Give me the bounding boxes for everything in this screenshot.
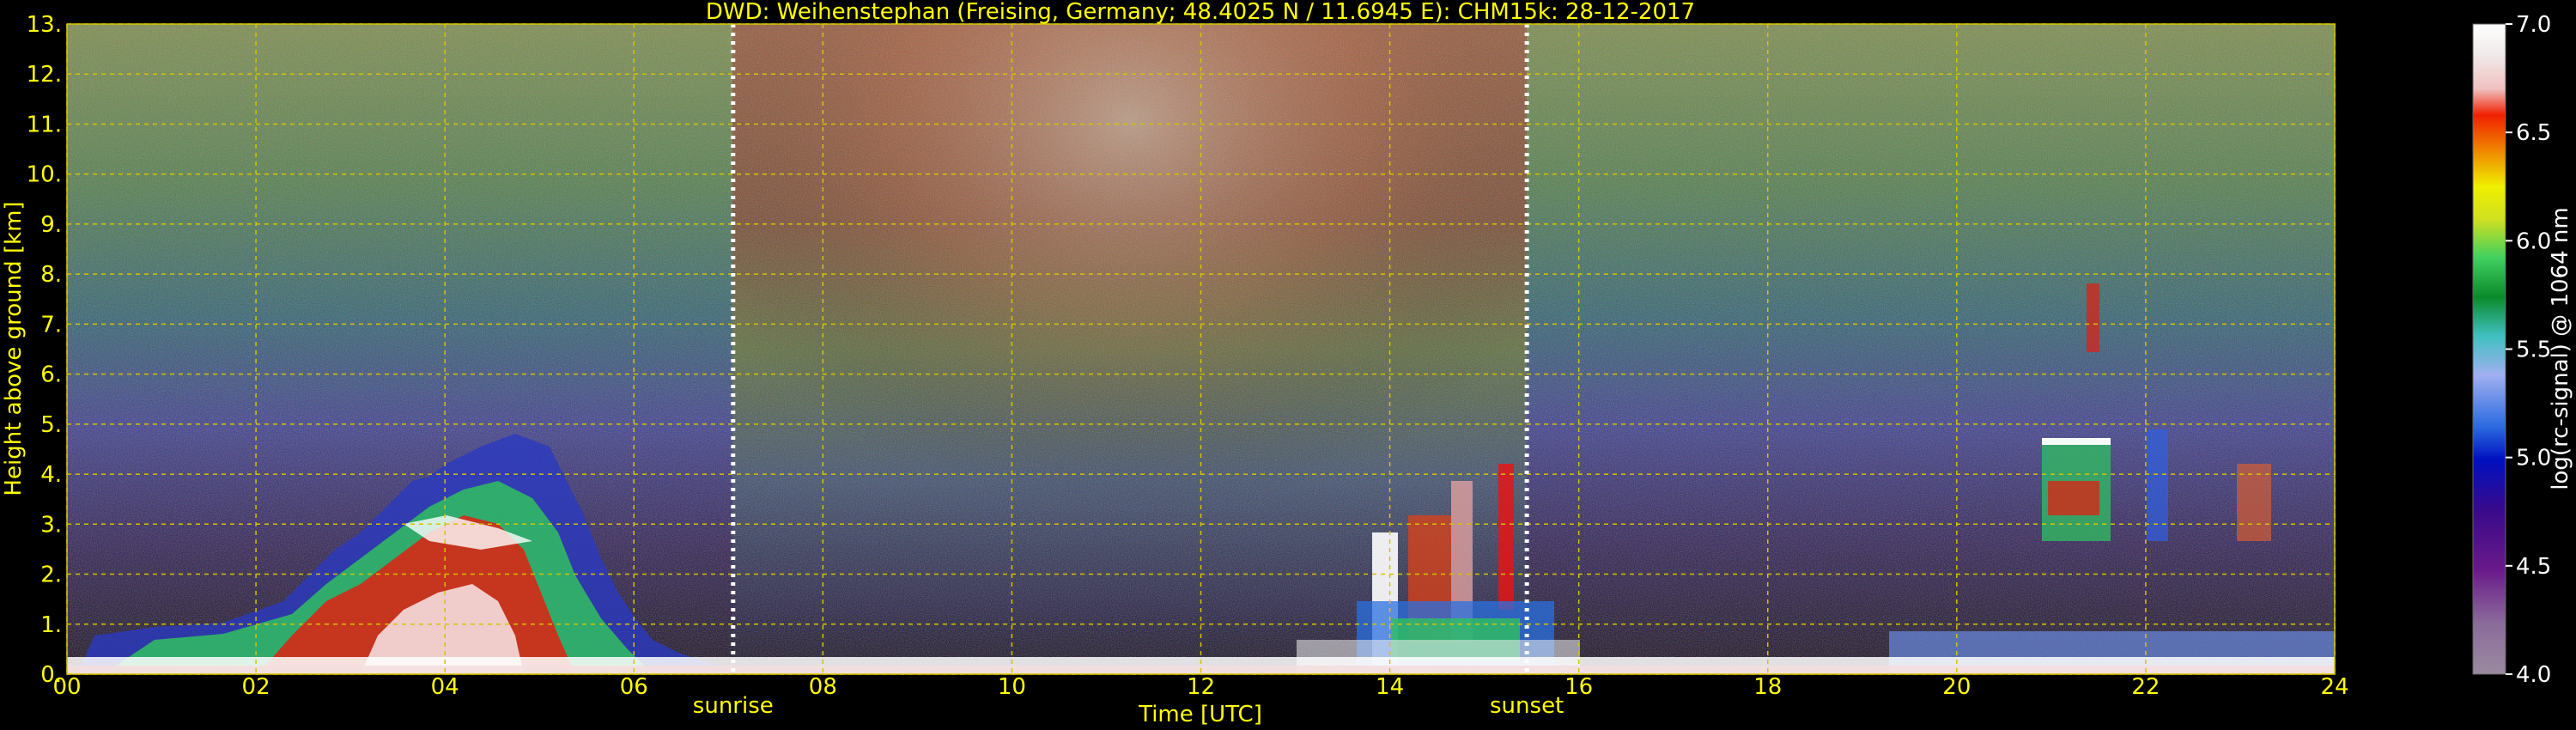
colorbar-label: log(rc-signal) @ 1064 nm — [2548, 207, 2573, 490]
y-tick-label: 10. — [27, 162, 62, 188]
y-tick-label: 4. — [40, 462, 62, 488]
y-tick-label: 2. — [40, 563, 62, 588]
x-tick-label: 12 — [1187, 674, 1215, 700]
x-tick-label: 08 — [809, 674, 837, 700]
x-tick-label: 14 — [1376, 674, 1404, 700]
y-tick-label: 1. — [40, 612, 62, 638]
y-tick-label: 5. — [40, 412, 62, 438]
ceilometer-chart: 00 02 04 06 08 10 12 14 16 18 20 22 240.1.2.3.4.5.6.… — [1, 0, 2573, 727]
colorbar-tick-label: 6.5 — [2516, 120, 2551, 146]
night-cloud-3 — [2048, 481, 2099, 515]
night-cloud-2 — [2042, 438, 2111, 445]
colorbar-tick-label: 7.0 — [2516, 12, 2551, 38]
y-tick-label: 13. — [27, 12, 62, 38]
sunset-label: sunset — [1490, 693, 1564, 719]
afternoon-cloud-4 — [1498, 464, 1514, 610]
x-tick-label: 24 — [2320, 674, 2348, 700]
x-tick-label: 18 — [1753, 674, 1782, 700]
chart-title: DWD: Weihenstephan (Freising, Germany; 4… — [706, 0, 1695, 25]
y-tick-label: 9. — [40, 212, 62, 238]
x-tick-label: 02 — [242, 674, 270, 700]
colorbar-scale — [2472, 23, 2506, 675]
x-tick-label: 10 — [998, 674, 1026, 700]
colorbar-tick-label: 4.5 — [2516, 554, 2551, 580]
x-tick-label: 22 — [2131, 674, 2160, 700]
x-tick-label: 04 — [431, 674, 459, 700]
colorbar-tick-label: 5.5 — [2516, 338, 2551, 363]
colorbar-tick-label: 4.0 — [2516, 662, 2551, 688]
night-cloud-6 — [2237, 464, 2271, 541]
colorbar-tick-label: 6.0 — [2516, 228, 2551, 254]
y-tick-label: 12. — [27, 62, 62, 88]
y-tick-label: 6. — [40, 362, 62, 388]
y-tick-label: 0. — [40, 662, 62, 688]
y-tick-label: 7. — [40, 312, 62, 338]
y-tick-label: 3. — [40, 512, 62, 538]
colorbar-tick-label: 5.0 — [2516, 446, 2551, 471]
y-tick-label: 11. — [27, 112, 62, 137]
x-tick-label: 06 — [620, 674, 648, 700]
x-tick-label: 16 — [1564, 674, 1593, 700]
y-axis-label: Height above ground [km] — [1, 201, 27, 496]
x-tick-label: 20 — [1942, 674, 1971, 700]
sunrise-label: sunrise — [693, 693, 774, 719]
night-cloud-4 — [2087, 283, 2099, 352]
x-axis-label: Time [UTC] — [1138, 702, 1262, 727]
y-tick-label: 8. — [40, 262, 62, 288]
